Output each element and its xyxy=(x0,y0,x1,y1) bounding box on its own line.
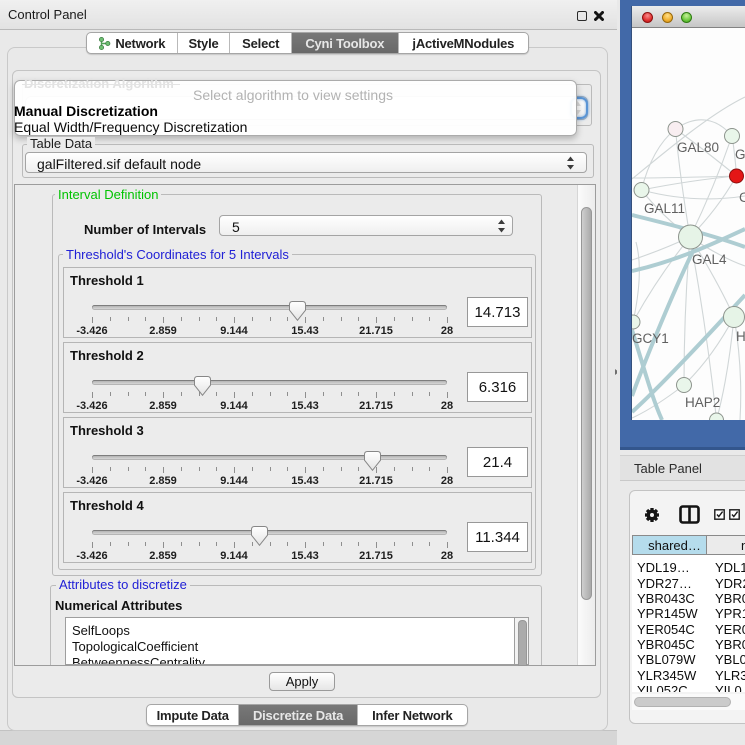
svg-text:GAL11: GAL11 xyxy=(644,201,685,216)
svg-text:GA: GA xyxy=(735,147,745,162)
svg-text:C: C xyxy=(739,190,745,205)
svg-text:GAL80: GAL80 xyxy=(677,140,719,155)
svg-text:HAP2: HAP2 xyxy=(685,395,720,410)
svg-text:H: H xyxy=(736,329,745,344)
svg-text:GAL4: GAL4 xyxy=(692,252,727,267)
svg-text:GCY1: GCY1 xyxy=(632,331,669,346)
